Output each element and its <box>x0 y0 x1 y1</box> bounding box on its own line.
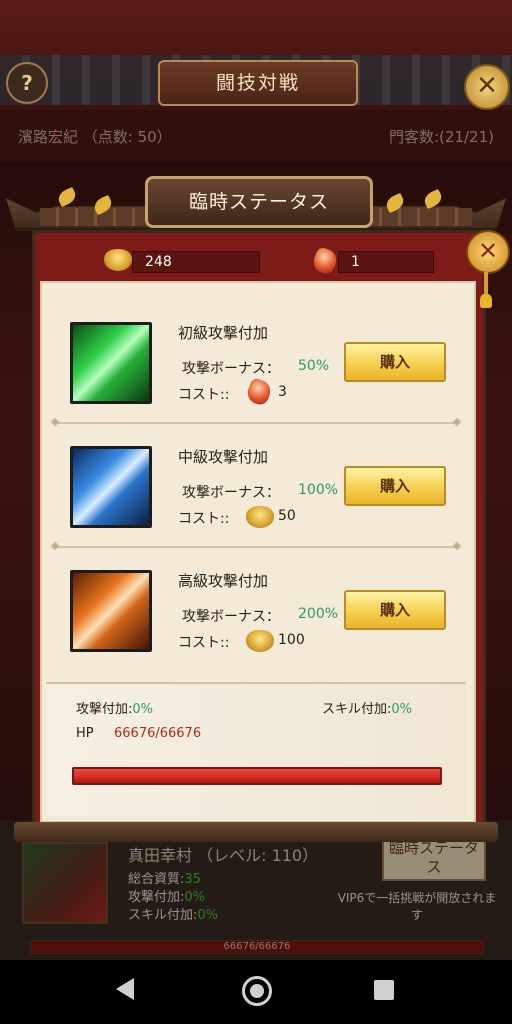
page-title: 闘技対戦 <box>158 60 358 106</box>
buy-button[interactable]: 購入 <box>344 466 446 506</box>
item-name: 中級攻撃付加 <box>178 448 269 466</box>
gold-ingot-icon <box>246 630 274 652</box>
cost-label: コスト:: <box>178 635 230 651</box>
cost-value: 50 <box>278 508 296 524</box>
dialog-title: 臨時ステータス <box>145 176 373 228</box>
attack-bonus-total: 攻撃付加:0% <box>76 698 153 717</box>
cost-label: コスト:: <box>178 387 230 403</box>
item-name: 初級攻撃付加 <box>178 324 269 342</box>
hp-bar <box>72 767 442 785</box>
gold-ingot-icon <box>246 506 274 528</box>
skill-bonus-label: スキル付加: <box>322 702 392 717</box>
orange-claw-icon <box>70 570 152 652</box>
bonus-value: 100% <box>298 482 339 498</box>
cost-value: 3 <box>278 384 287 400</box>
gold-ingot-icon <box>104 249 132 271</box>
bonus-value: 200% <box>298 606 339 622</box>
skill-bonus-total: スキル付加:0% <box>322 698 412 717</box>
gold-amount: 248 <box>132 251 260 273</box>
dialog-bottom-beam <box>14 822 498 842</box>
attack-bonus-label: 攻撃付加: <box>76 702 133 717</box>
skill-bonus-value: 0% <box>391 702 413 717</box>
cost-value: 100 <box>278 632 305 648</box>
green-claw-icon <box>70 322 152 404</box>
attack-bonus-value: 0% <box>132 702 154 717</box>
recent-apps-icon[interactable] <box>374 980 394 1000</box>
blue-claw-icon <box>70 446 152 528</box>
home-icon[interactable] <box>242 976 272 1006</box>
buy-button[interactable]: 購入 <box>344 590 446 630</box>
bonus-label: 攻撃ボーナス： <box>182 485 280 501</box>
buy-button[interactable]: 購入 <box>344 342 446 382</box>
divider <box>56 546 456 548</box>
close-icon[interactable]: ✕ <box>464 64 510 110</box>
gem-amount: 1 <box>338 251 434 273</box>
divider <box>56 422 456 424</box>
hp-label: HP <box>76 726 94 741</box>
cost-label: コスト:: <box>178 511 230 527</box>
bonus-label: 攻撃ボーナス： <box>182 609 280 625</box>
item-name: 高級攻撃付加 <box>178 572 269 590</box>
bonus-value: 50% <box>298 358 330 374</box>
dialog-close-icon[interactable]: ✕ <box>466 230 510 274</box>
tassel-decoration <box>480 272 492 308</box>
hp-value: 66676/66676 <box>114 726 202 741</box>
help-button[interactable]: ? <box>6 62 48 104</box>
bonus-label: 攻撃ボーナス： <box>182 361 280 377</box>
back-icon[interactable] <box>116 978 134 1000</box>
